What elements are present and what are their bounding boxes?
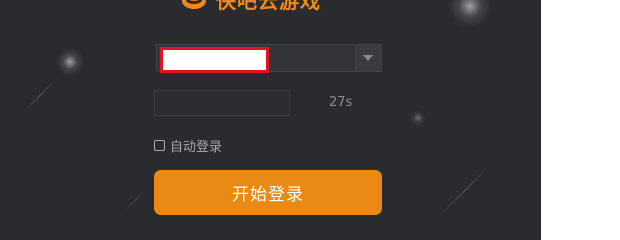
auto-login-label: 自动登录 bbox=[170, 140, 223, 155]
app-title: 快吧云游戏 bbox=[216, 0, 321, 13]
background-streak bbox=[25, 81, 55, 110]
login-panel: 快吧云游戏 27s 自动登录 开始登录 bbox=[0, 0, 541, 240]
auto-login-checkbox[interactable] bbox=[154, 140, 165, 151]
cloud-logo-icon bbox=[182, 0, 206, 9]
account-select[interactable] bbox=[156, 44, 382, 73]
background-streak bbox=[124, 189, 146, 212]
caret-down-icon bbox=[362, 55, 373, 61]
app-logo: 快吧云游戏 bbox=[180, 0, 321, 13]
background-glow bbox=[56, 48, 84, 76]
verification-code-input[interactable] bbox=[154, 90, 290, 116]
account-dropdown-button[interactable] bbox=[353, 45, 381, 71]
background-glow bbox=[410, 110, 426, 126]
countdown-timer: 27s bbox=[329, 95, 353, 110]
start-login-button[interactable]: 开始登录 bbox=[154, 170, 382, 215]
account-value[interactable] bbox=[160, 47, 269, 73]
auto-login-option[interactable]: 自动登录 bbox=[154, 136, 222, 155]
background-streak bbox=[439, 165, 491, 216]
background-glow bbox=[448, 0, 492, 28]
